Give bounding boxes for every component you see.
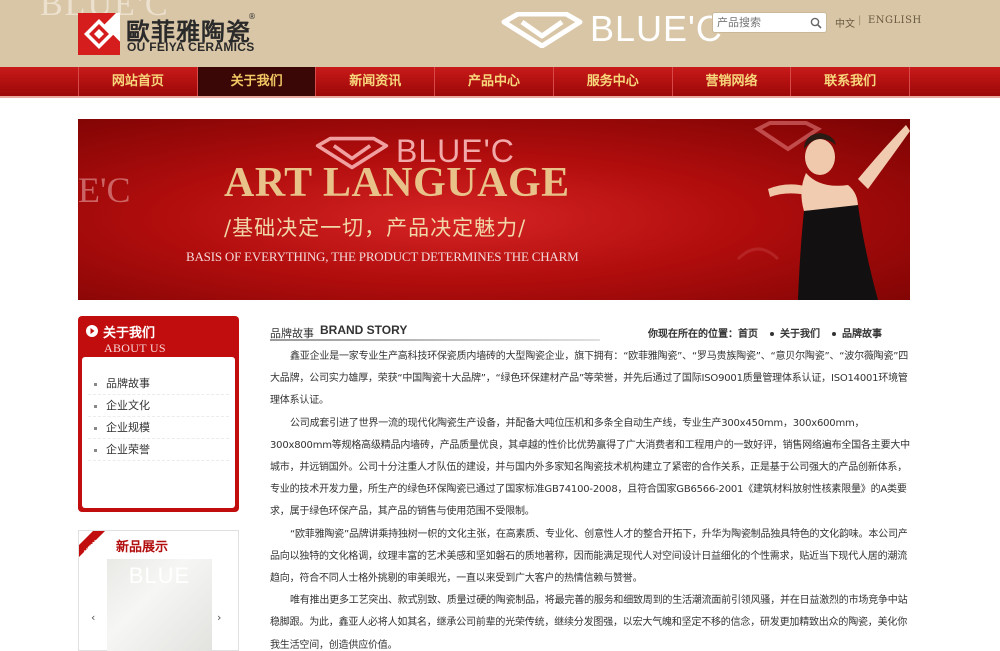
about-us-title-chinese: 关于我们 xyxy=(103,326,156,341)
registered-mark: ® xyxy=(248,12,256,21)
about-us-header: 关于我们 ABOUT US xyxy=(78,316,239,360)
banner-slogan-chinese: /基础决定一切，产品决定魅力/ xyxy=(224,216,527,240)
sidebar-item-label: 企业文化 xyxy=(106,399,150,412)
carousel-prev-icon[interactable]: ‹ xyxy=(91,611,95,624)
nav-contact[interactable]: 联系我们 xyxy=(790,67,911,96)
breadcrumb-brand-story[interactable]: 品牌故事 xyxy=(842,329,882,340)
hero-banner[interactable]: E'C BLUE'C ART LANGUAGE /基础决定一切，产品决定魅力/ … xyxy=(78,119,910,300)
bluec-diamond-logo-icon xyxy=(501,12,583,48)
thumbnail-watermark: BLUE xyxy=(128,563,191,588)
breadcrumb-about[interactable]: 关于我们 xyxy=(780,329,820,340)
bullet-icon xyxy=(94,383,97,386)
article-paragraph: 唯有推出更多工艺突出、款式别致、质量过硬的陶瓷制品，将最完善的服务和细致周到的生… xyxy=(270,595,908,651)
nav-news[interactable]: 新闻资讯 xyxy=(315,67,434,96)
banner-ghost-text: E'C xyxy=(78,170,131,210)
logo-english-name[interactable]: OU FEIYA CERAMICS xyxy=(127,40,255,54)
sidebar-item-label: 企业规模 xyxy=(106,421,150,434)
article-paragraph: “欧菲雅陶瓷”品牌讲乘持独树一帜的文化主张，在高素质、专业化、创意性人才的整合开… xyxy=(270,528,908,585)
about-us-panel: 关于我们 ABOUT US 品牌故事 企业文化 企业规模 企业荣誉 xyxy=(78,316,239,512)
sidebar-item-corporate-culture[interactable]: 企业文化 xyxy=(88,395,229,417)
nav-home[interactable]: 网站首页 xyxy=(78,67,197,96)
nav-marketing-network[interactable]: 营销网络 xyxy=(671,67,791,96)
main-nav: 网站首页 关于我们 新闻资讯 产品中心 服务中心 营销网络 联系我们 xyxy=(0,67,1000,98)
bullet-icon xyxy=(94,405,97,408)
article-paragraph: 公司成套引进了世界一流的现代化陶瓷生产设备，并配备大吨位压机和多条全自动生产线，… xyxy=(270,417,910,518)
new-product-thumbnail[interactable]: BLUE xyxy=(107,559,212,651)
sidebar-item-label: 企业荣誉 xyxy=(106,443,150,456)
carousel-next-icon[interactable]: › xyxy=(217,611,221,624)
breadcrumb-dot-icon xyxy=(832,332,836,336)
content-header: 品牌故事 BRAND STORY 你现在所在的位置：首页 关于我们 品牌故事 xyxy=(270,322,910,342)
circle-arrow-right-icon xyxy=(86,325,98,337)
nav-service[interactable]: 服务中心 xyxy=(552,67,672,96)
breadcrumb: 你现在所在的位置：首页 关于我们 品牌故事 xyxy=(648,325,882,340)
search-icon[interactable] xyxy=(810,17,822,29)
section-underline xyxy=(270,339,600,341)
search-input[interactable] xyxy=(717,14,807,31)
bluec-brand-text: BLUE'C xyxy=(590,8,723,49)
breadcrumb-home[interactable]: 你现在所在的位置：首页 xyxy=(648,329,758,340)
nav-products[interactable]: 产品中心 xyxy=(434,67,553,96)
lang-separator: | xyxy=(858,15,862,26)
about-us-menu: 品牌故事 企业文化 企业规模 企业荣誉 xyxy=(88,373,229,461)
section-title-english: BRAND STORY xyxy=(320,323,408,337)
sidebar-item-label: 品牌故事 xyxy=(106,377,150,390)
sidebar-item-honors[interactable]: 企业荣誉 xyxy=(88,439,229,461)
bullet-icon xyxy=(94,427,97,430)
about-us-body: 品牌故事 企业文化 企业规模 企业荣誉 xyxy=(82,357,235,508)
new-products-panel: NEW 新品展示 BLUE ‹ › xyxy=(78,530,239,651)
sidebar-item-company-scale[interactable]: 企业规模 xyxy=(88,417,229,439)
banner-headline: ART LANGUAGE xyxy=(224,160,570,206)
site-header: BLUE'C 歐菲雅陶瓷 ® OU FEIYA CERAMICS BLUE'C … xyxy=(0,0,1000,67)
ou-feiya-logo-icon[interactable] xyxy=(78,13,120,55)
about-us-title-english: ABOUT US xyxy=(104,341,166,355)
product-search-box[interactable] xyxy=(712,12,827,33)
nav-about-us[interactable]: 关于我们 xyxy=(196,67,316,96)
article-paragraph: 鑫亚企业是一家专业生产高科技环保瓷质内墙砖的大型陶瓷企业，旗下拥有：“欧菲雅陶瓷… xyxy=(270,351,909,407)
banner-dancer-image xyxy=(768,125,910,300)
new-products-title: 新品展示 xyxy=(116,540,169,555)
nav-items: 网站首页 关于我们 新闻资讯 产品中心 服务中心 营销网络 联系我们 xyxy=(78,67,911,96)
breadcrumb-dot-icon xyxy=(770,332,774,336)
brand-story-article: 鑫亚企业是一家专业生产高科技环保瓷质内墙砖的大型陶瓷企业，旗下拥有：“欧菲雅陶瓷… xyxy=(270,346,910,651)
bullet-icon xyxy=(94,449,97,452)
lang-chinese-link[interactable]: 中文 xyxy=(835,15,855,30)
banner-slogan-english: BASIS OF EVERYTHING, THE PRODUCT DETERMI… xyxy=(186,249,579,264)
lang-english-link[interactable]: ENGLISH xyxy=(868,15,922,26)
sidebar-item-brand-story[interactable]: 品牌故事 xyxy=(88,373,229,395)
